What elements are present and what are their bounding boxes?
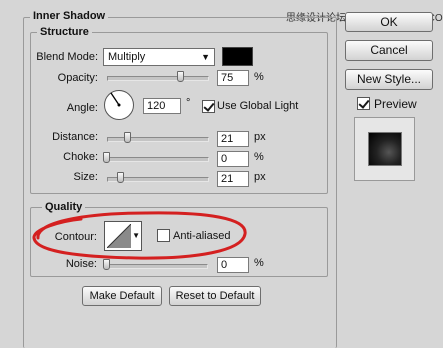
reset-default-button[interactable]: Reset to Default [169, 286, 261, 306]
opacity-input[interactable]: 75 [217, 70, 249, 86]
size-input[interactable]: 21 [217, 171, 249, 187]
make-default-button[interactable]: Make Default [82, 286, 162, 306]
distance-slider-track[interactable] [107, 137, 209, 142]
size-label: Size: [73, 171, 98, 183]
size-slider-thumb[interactable] [117, 172, 124, 183]
preview-label: Preview [374, 97, 417, 111]
opacity-slider-thumb[interactable] [177, 71, 184, 82]
blend-mode-value: Multiply [108, 51, 146, 63]
angle-unit: ° [186, 97, 191, 109]
structure-title: Structure [37, 26, 92, 38]
distance-input[interactable]: 21 [217, 131, 249, 147]
annotation-ellipse [32, 211, 247, 260]
choke-slider-track[interactable] [107, 157, 209, 162]
choke-unit: % [254, 151, 264, 163]
blend-mode-select[interactable]: Multiply ▼ [103, 48, 215, 66]
blend-mode-label: Blend Mode: [36, 51, 98, 63]
angle-input[interactable]: 120 [143, 98, 181, 114]
preview-swatch [368, 132, 402, 166]
opacity-unit: % [254, 71, 264, 83]
choke-slider-thumb[interactable] [103, 152, 110, 163]
cancel-button[interactable]: Cancel [345, 40, 433, 61]
shadow-color-swatch[interactable] [222, 47, 253, 66]
angle-dial[interactable] [103, 89, 135, 121]
new-style-button[interactable]: New Style... [345, 69, 433, 90]
chevron-down-icon: ▼ [201, 52, 210, 62]
opacity-label: Opacity: [57, 72, 98, 84]
use-global-light-checkbox[interactable] [202, 100, 215, 113]
use-global-light-label: Use Global Light [217, 100, 299, 112]
noise-slider-track[interactable] [106, 264, 208, 269]
angle-label: Angle: [66, 102, 98, 114]
size-unit: px [254, 171, 266, 183]
distance-label: Distance: [52, 131, 98, 143]
preview-checkbox[interactable] [357, 97, 370, 110]
noise-input[interactable]: 0 [217, 257, 249, 273]
distance-slider-thumb[interactable] [124, 132, 131, 143]
noise-slider-thumb[interactable] [103, 259, 110, 270]
noise-unit: % [254, 257, 264, 269]
opacity-slider-track[interactable] [107, 76, 209, 81]
choke-label: Choke: [63, 151, 98, 163]
ok-button[interactable]: OK [345, 12, 433, 32]
preview-thumbnail [354, 117, 415, 181]
panel-title: Inner Shadow [30, 10, 109, 22]
distance-unit: px [254, 131, 266, 143]
noise-label: Noise: [65, 258, 97, 270]
choke-input[interactable]: 0 [217, 151, 249, 167]
